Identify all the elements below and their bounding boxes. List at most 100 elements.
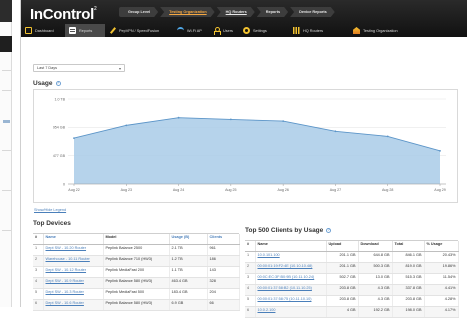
device-usage: 6.9 GB [169, 299, 208, 311]
col-header-rank[interactable]: # [245, 241, 256, 252]
device-clients: 204 [207, 288, 240, 300]
device-name-link[interactable]: Warehouse - 10.11 Router [43, 255, 104, 267]
device-usage: 2.1 TB [169, 244, 208, 256]
table-row[interactable]: 6 10.0.2.100 4 GB 192.2 GB 198.0 GB 4.17% [245, 306, 459, 318]
client-upload: 4 GB [326, 306, 359, 318]
client-total: 198.0 GB [392, 306, 425, 318]
table-row[interactable]: 5 00:00:01:37:58:75 (10.11.10.10) 203.8 GB… [245, 295, 459, 307]
breadcrumb-group-level[interactable]: Group Level [119, 7, 158, 17]
row-rank: 2 [33, 255, 44, 267]
client-download: 13.0 GB [358, 273, 393, 285]
breadcrumb-hq-routers[interactable]: HQ Routers [217, 7, 255, 17]
client-upload: 201.1 GB [326, 251, 359, 263]
row-rank: 4 [245, 284, 256, 296]
top-devices-title: Top Devices [33, 220, 71, 227]
client-name-link[interactable]: 00:00:01:19:F2:4E (10.10.10.48) [255, 262, 327, 274]
client-name-link[interactable]: 10.0.2.100 [255, 306, 327, 318]
col-header-name[interactable]: Name [43, 234, 104, 245]
show-hide-legend-link[interactable]: Show/Hide Legend [34, 208, 66, 212]
help-icon[interactable]: ? [55, 80, 61, 86]
device-usage: 183.4 GB [169, 288, 208, 300]
app-header: InControl2 Group Level Testing Organizat… [21, 0, 467, 37]
device-name-link[interactable]: Dept SW - 10.12 Router [43, 266, 104, 278]
background-window-header [0, 0, 12, 22]
data-point [177, 116, 180, 119]
top-devices-table: # Name Model Usage (B) Clients 1 Dept SW … [33, 233, 240, 311]
x-tick-label: Aug 23 [121, 188, 132, 192]
device-name-link[interactable]: Dept SW - 10.6 Router [43, 299, 104, 311]
device-usage: 1.1 TB [169, 266, 208, 278]
table-row[interactable]: 2 Warehouse - 10.11 Router Peplink Balance… [33, 255, 240, 267]
device-usage: 1.2 TB [169, 255, 208, 267]
background-window-edge [0, 0, 12, 307]
nav-item-users[interactable]: Users [209, 24, 239, 37]
nav-item-reports[interactable]: Reports [65, 24, 105, 37]
table-row[interactable]: 1 10.0.101.100 201.1 GB 644.8 GB 846.1 GB 20.… [245, 251, 459, 263]
period-select[interactable]: Last 7 Days ▾ [33, 64, 125, 72]
x-tick-label: Aug 29 [434, 188, 445, 192]
client-total: 515.3 GB [392, 273, 425, 285]
col-header-download[interactable]: Download [358, 241, 393, 252]
table-row[interactable]: 3 Dept SW - 10.12 Router Peplink MediaFast… [33, 266, 240, 278]
table-row[interactable]: 6 Dept SW - 10.6 Router Peplink Balance 58… [33, 299, 240, 311]
breadcrumb-testing-organization[interactable]: Testing Organization [160, 7, 214, 17]
col-header-percent-usage[interactable]: % Usage [424, 241, 459, 252]
device-name-link[interactable]: Dept SW - 10.9 Router [43, 277, 104, 289]
device-model: Peplink Balance 580 (HW3) [103, 299, 170, 311]
table-row[interactable]: 3 00:0C:EC:3F:B0:9B (10.11.10.24) 502.7 GB… [245, 273, 459, 285]
device-name-link[interactable]: Dept SW - 10.20 Router [43, 244, 104, 256]
device-clients: 66 [207, 299, 240, 311]
help-icon[interactable]: ? [326, 227, 332, 233]
usage-section-title: Usage? [33, 80, 61, 87]
nav-item-testing-organization[interactable]: Testing Organization [349, 24, 424, 37]
row-rank: 1 [33, 244, 44, 256]
col-header-model[interactable]: Model [103, 234, 170, 245]
client-name-link[interactable]: 00:00:01:37:58:75 (10.11.10.10) [255, 295, 327, 307]
incontrol-logo[interactable]: InControl2 [30, 6, 97, 23]
breadcrumb-device-reports[interactable]: Device Reports [290, 7, 335, 17]
usage-area [74, 117, 440, 184]
table-row[interactable]: 4 00:00:01:37:58:B2 (10.11.10.25) 203.8 GB… [245, 284, 459, 296]
table-row[interactable]: 4 Dept SW - 10.9 Router Peplink Balance 58… [33, 277, 240, 289]
client-percent-usage: 11.54% [424, 273, 459, 285]
client-name-link[interactable]: 10.0.101.100 [255, 251, 327, 263]
settings-icon [243, 27, 250, 34]
col-header-usage[interactable]: Usage (B) [169, 234, 208, 245]
client-upload: 201.1 GB [326, 262, 359, 274]
background-window-line [2, 190, 11, 191]
x-tick-label: Aug 26 [277, 188, 288, 192]
row-rank: 6 [33, 299, 44, 311]
data-point [229, 118, 232, 121]
client-upload: 203.8 GB [326, 284, 359, 296]
col-header-name[interactable]: Name [255, 241, 327, 252]
nav-item-hq-routers[interactable]: HQ Routers [289, 24, 349, 37]
device-name-link[interactable]: Dept SW - 10.3 Router [43, 288, 104, 300]
nav-item-settings[interactable]: Settings [239, 24, 289, 37]
breadcrumb-reports[interactable]: Reports [257, 7, 288, 17]
data-point [73, 137, 75, 139]
client-percent-usage: 19.86% [424, 262, 459, 274]
y-tick-label: 0 [63, 182, 65, 186]
nav-item-dashboard[interactable]: Dashboard [21, 24, 65, 37]
y-tick-label: 954 GB [53, 126, 66, 130]
col-header-clients[interactable]: Clients [207, 234, 240, 245]
nav-item-pepvpn[interactable]: PepVPN / SpeedFusion [105, 24, 173, 37]
x-tick-label: Aug 22 [68, 188, 79, 192]
client-name-link[interactable]: 00:0C:EC:3F:B0:9B (10.11.10.24) [255, 273, 327, 285]
table-row[interactable]: 1 Dept SW - 10.20 Router Peplink Balance 2… [33, 244, 240, 256]
table-row[interactable]: 5 Dept SW - 10.3 Router Peplink MediaFast … [33, 288, 240, 300]
client-percent-usage: 4.41% [424, 284, 459, 296]
data-point [282, 120, 285, 122]
col-header-upload[interactable]: Upload [326, 241, 359, 252]
table-row[interactable]: 2 00:00:01:19:F2:4E (10.10.10.48) 201.1 GB… [245, 262, 459, 274]
row-rank: 5 [33, 288, 44, 300]
client-name-link[interactable]: 00:00:01:37:58:B2 (10.11.10.25) [255, 284, 327, 296]
col-header-total[interactable]: Total [392, 241, 425, 252]
data-point [334, 130, 337, 133]
col-header-rank[interactable]: # [33, 234, 44, 245]
row-rank: 3 [245, 273, 256, 285]
nav-item-wifi-ap[interactable]: Wi-Fi AP [173, 24, 209, 37]
top-clients-table: # Name Upload Download Total % Usage 1 10… [245, 240, 459, 318]
device-clients: 328 [207, 277, 240, 289]
row-rank: 2 [245, 262, 256, 274]
